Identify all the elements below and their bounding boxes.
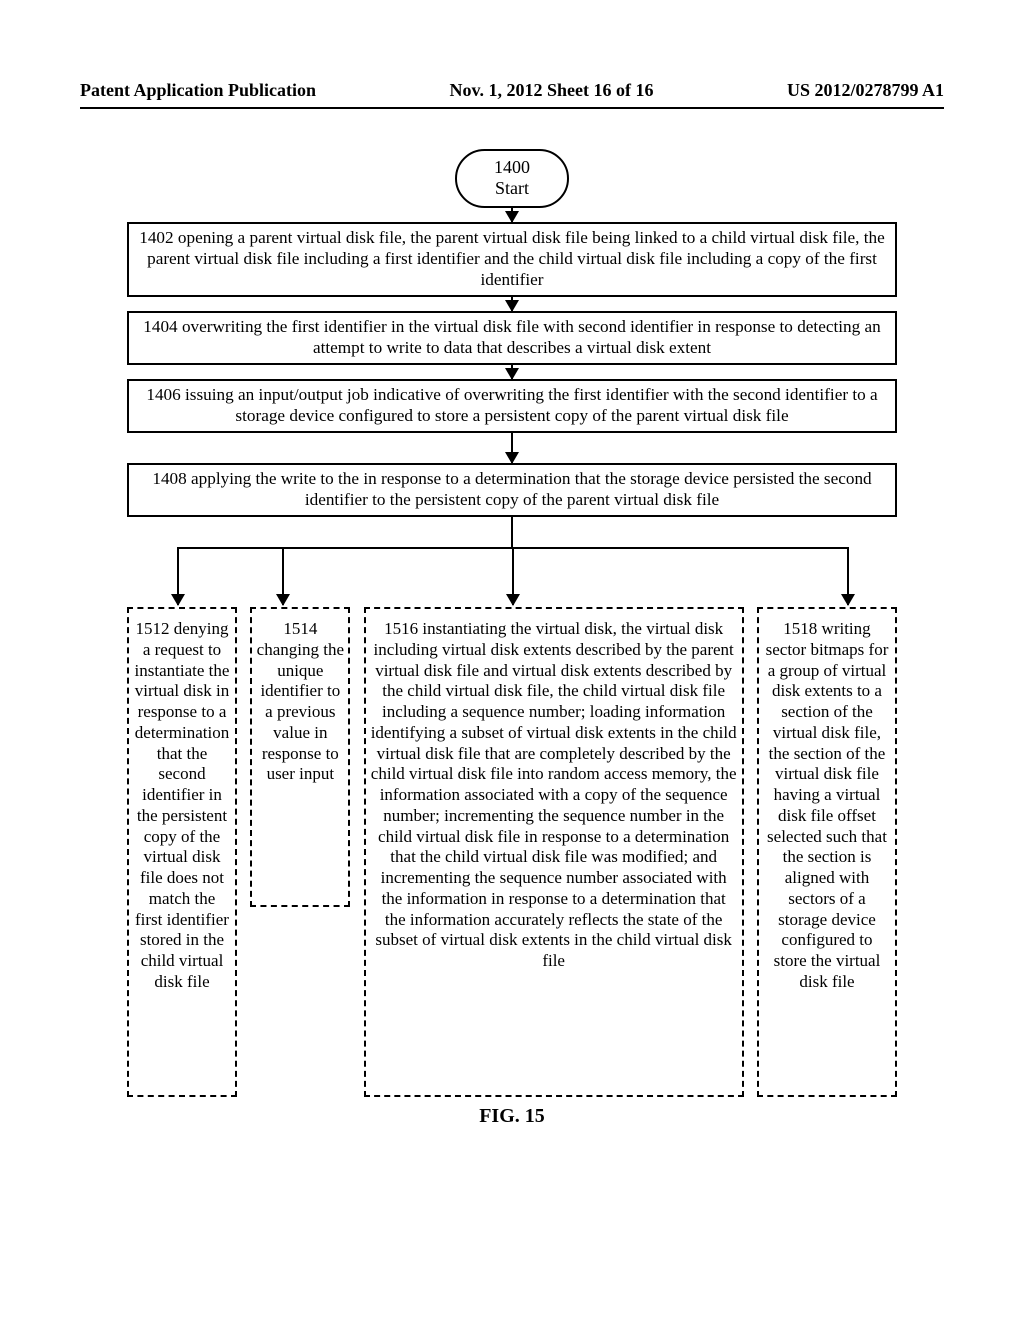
start-label: Start bbox=[457, 178, 567, 199]
step-1402: 1402 opening a parent virtual disk file,… bbox=[127, 222, 897, 297]
header-rule bbox=[80, 107, 944, 109]
arrow-down-icon bbox=[511, 208, 513, 222]
arrow-down-icon bbox=[511, 365, 513, 379]
step-1406: 1406 issuing an input/output job indicat… bbox=[127, 379, 897, 433]
branch-1518: 1518 writing sector bitmaps for a group … bbox=[757, 607, 897, 1097]
branch-row: 1512 denying a request to instantiate th… bbox=[127, 607, 897, 1097]
branch-1516: 1516 instantiating the virtual disk, the… bbox=[364, 607, 744, 1097]
arrow-down-icon bbox=[511, 433, 513, 463]
flow-start: 1400 Start bbox=[455, 149, 569, 208]
branch-1512: 1512 denying a request to instantiate th… bbox=[127, 607, 237, 1097]
header-center: Nov. 1, 2012 Sheet 16 of 16 bbox=[450, 80, 654, 101]
arrow-down-icon bbox=[511, 297, 513, 311]
branch-1514: 1514 changing the unique identifier to a… bbox=[250, 607, 350, 907]
fan-connector bbox=[127, 517, 897, 607]
header-right: US 2012/0278799 A1 bbox=[787, 80, 944, 101]
step-1408: 1408 applying the write to the in respon… bbox=[127, 463, 897, 517]
figure-label: FIG. 15 bbox=[127, 1105, 897, 1128]
start-number: 1400 bbox=[457, 157, 567, 178]
header-left: Patent Application Publication bbox=[80, 80, 316, 101]
flowchart: 1400 Start 1402 opening a parent virtual… bbox=[127, 149, 897, 1128]
step-1404: 1404 overwriting the first identifier in… bbox=[127, 311, 897, 365]
